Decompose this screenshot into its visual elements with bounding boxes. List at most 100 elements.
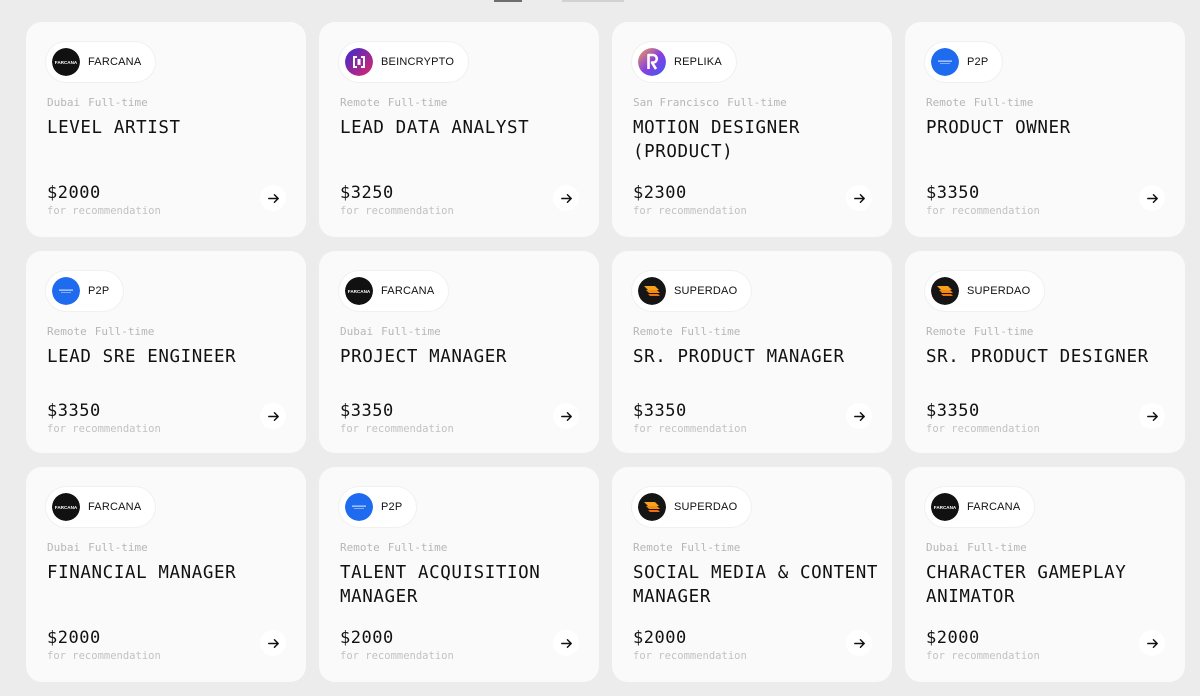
- reward-note: for recommendation: [633, 423, 747, 435]
- top-tab-indicators: [0, 0, 1200, 6]
- job-title[interactable]: LEAD DATA ANALYST: [340, 116, 590, 140]
- reward-amount: $3350: [340, 401, 394, 421]
- reward-block: $2000 for recommendation: [47, 628, 161, 662]
- open-job-button[interactable]: [1139, 403, 1165, 429]
- job-card-lead-data-analyst[interactable]: BEINCRYPTO Remote Full-time LEAD DATA ANA…: [319, 22, 599, 237]
- job-type: Full-time: [973, 96, 1034, 109]
- job-card-level-artist[interactable]: FARCANA FARCANA Dubai Full-time LEVEL ART…: [26, 22, 306, 237]
- reward-block: $2300 for recommendation: [633, 183, 747, 217]
- job-meta: Remote Full-time: [340, 541, 447, 554]
- job-type: Full-time: [381, 325, 441, 338]
- company-chip[interactable]: SUPERDAO: [632, 271, 752, 311]
- farcana-logo: FARCANA: [345, 277, 373, 305]
- open-job-button[interactable]: [260, 185, 286, 211]
- arrow-right-icon: [267, 638, 279, 648]
- company-name: P2P: [88, 285, 110, 297]
- job-meta: Dubai Full-time: [47, 541, 148, 554]
- p2p-logo: [345, 493, 373, 521]
- job-location: Remote: [340, 541, 380, 554]
- company-name: FARCANA: [967, 501, 1021, 513]
- tab-indicator-active[interactable]: [494, 0, 522, 2]
- job-title[interactable]: MOTION DESIGNER (PRODUCT): [633, 116, 883, 164]
- reward-amount: $2000: [47, 183, 101, 203]
- reward-block: $3350 for recommendation: [926, 401, 1040, 435]
- job-title[interactable]: SR. PRODUCT DESIGNER: [926, 345, 1176, 369]
- job-meta: Dubai Full-time: [340, 325, 441, 338]
- company-chip[interactable]: FARCANA FARCANA: [339, 271, 449, 311]
- arrow-right-icon: [853, 638, 865, 648]
- reward-amount: $2000: [926, 628, 980, 648]
- job-title[interactable]: SR. PRODUCT MANAGER: [633, 345, 883, 369]
- job-title[interactable]: LEAD SRE ENGINEER: [47, 345, 297, 369]
- company-chip[interactable]: SUPERDAO: [632, 487, 752, 527]
- company-chip[interactable]: FARCANA FARCANA: [925, 487, 1035, 527]
- company-name: FARCANA: [381, 285, 435, 297]
- company-chip[interactable]: FARCANA FARCANA: [46, 487, 156, 527]
- job-meta: San Francisco Full-time: [633, 96, 787, 109]
- job-card-character-gameplay-animator[interactable]: FARCANA FARCANA Dubai Full-time CHARACTER…: [905, 467, 1185, 682]
- job-card-motion-designer-product[interactable]: REPLIKA San Francisco Full-time MOTION DE…: [612, 22, 892, 237]
- tab-indicator[interactable]: [562, 0, 624, 2]
- arrow-right-icon: [1146, 411, 1158, 421]
- job-card-financial-manager[interactable]: FARCANA FARCANA Dubai Full-time FINANCIAL…: [26, 467, 306, 682]
- arrow-right-icon: [560, 638, 572, 648]
- svg-text:FARCANA: FARCANA: [348, 289, 371, 294]
- company-chip[interactable]: BEINCRYPTO: [339, 42, 469, 82]
- company-name: FARCANA: [88, 501, 142, 513]
- reward-amount: $2300: [633, 183, 687, 203]
- company-chip[interactable]: P2P: [339, 487, 417, 527]
- superdao-logo: [638, 277, 666, 305]
- job-location: Dubai: [340, 325, 374, 338]
- job-type: Full-time: [973, 325, 1034, 338]
- company-chip[interactable]: REPLIKA: [632, 42, 736, 82]
- job-title[interactable]: PROJECT MANAGER: [340, 345, 590, 369]
- open-job-button[interactable]: [260, 403, 286, 429]
- job-title[interactable]: SOCIAL MEDIA & CONTENT MANAGER: [633, 561, 883, 609]
- job-title[interactable]: TALENT ACQUISITION MANAGER: [340, 561, 590, 609]
- p2p-logo: [931, 48, 959, 76]
- reward-note: for recommendation: [340, 205, 454, 217]
- company-chip[interactable]: P2P: [46, 271, 124, 311]
- job-type: Full-time: [94, 325, 155, 338]
- reward-amount: $3350: [926, 183, 980, 203]
- open-job-button[interactable]: [1139, 630, 1165, 656]
- job-title[interactable]: FINANCIAL MANAGER: [47, 561, 297, 585]
- company-chip[interactable]: FARCANA FARCANA: [46, 42, 156, 82]
- job-card-product-owner[interactable]: P2P Remote Full-time PRODUCT OWNER $3350 …: [905, 22, 1185, 237]
- open-job-button[interactable]: [553, 185, 579, 211]
- job-card-social-media-content-manager[interactable]: SUPERDAO Remote Full-time SOCIAL MEDIA & …: [612, 467, 892, 682]
- job-meta: Remote Full-time: [633, 541, 740, 554]
- job-card-sr-product-manager[interactable]: SUPERDAO Remote Full-time SR. PRODUCT MAN…: [612, 251, 892, 453]
- svg-text:FARCANA: FARCANA: [55, 60, 78, 65]
- company-chip[interactable]: SUPERDAO: [925, 271, 1045, 311]
- job-meta: Remote Full-time: [926, 325, 1033, 338]
- reward-note: for recommendation: [926, 650, 1040, 662]
- job-card-lead-sre-engineer[interactable]: P2P Remote Full-time LEAD SRE ENGINEER $3…: [26, 251, 306, 453]
- job-title[interactable]: CHARACTER GAMEPLAY ANIMATOR: [926, 561, 1176, 609]
- job-card-sr-product-designer[interactable]: SUPERDAO Remote Full-time SR. PRODUCT DES…: [905, 251, 1185, 453]
- job-location: Dubai: [926, 541, 960, 554]
- open-job-button[interactable]: [1139, 185, 1165, 211]
- job-type: Full-time: [88, 541, 148, 554]
- job-card-talent-acquisition-manager[interactable]: P2P Remote Full-time TALENT ACQUISITION M…: [319, 467, 599, 682]
- arrow-right-icon: [560, 411, 572, 421]
- open-job-button[interactable]: [553, 630, 579, 656]
- open-job-button[interactable]: [846, 630, 872, 656]
- job-location: Remote: [47, 325, 87, 338]
- open-job-button[interactable]: [846, 403, 872, 429]
- company-name: BEINCRYPTO: [381, 56, 455, 68]
- reward-block: $3350 for recommendation: [926, 183, 1040, 217]
- reward-note: for recommendation: [633, 205, 747, 217]
- job-title[interactable]: PRODUCT OWNER: [926, 116, 1176, 140]
- open-job-button[interactable]: [260, 630, 286, 656]
- job-card-project-manager[interactable]: FARCANA FARCANA Dubai Full-time PROJECT M…: [319, 251, 599, 453]
- open-job-button[interactable]: [846, 185, 872, 211]
- job-title[interactable]: LEVEL ARTIST: [47, 116, 297, 140]
- open-job-button[interactable]: [553, 403, 579, 429]
- reward-note: for recommendation: [340, 650, 454, 662]
- job-type: Full-time: [680, 325, 741, 338]
- farcana-logo: FARCANA: [52, 48, 80, 76]
- job-meta: Remote Full-time: [633, 325, 740, 338]
- company-chip[interactable]: P2P: [925, 42, 1003, 82]
- company-name: P2P: [967, 56, 989, 68]
